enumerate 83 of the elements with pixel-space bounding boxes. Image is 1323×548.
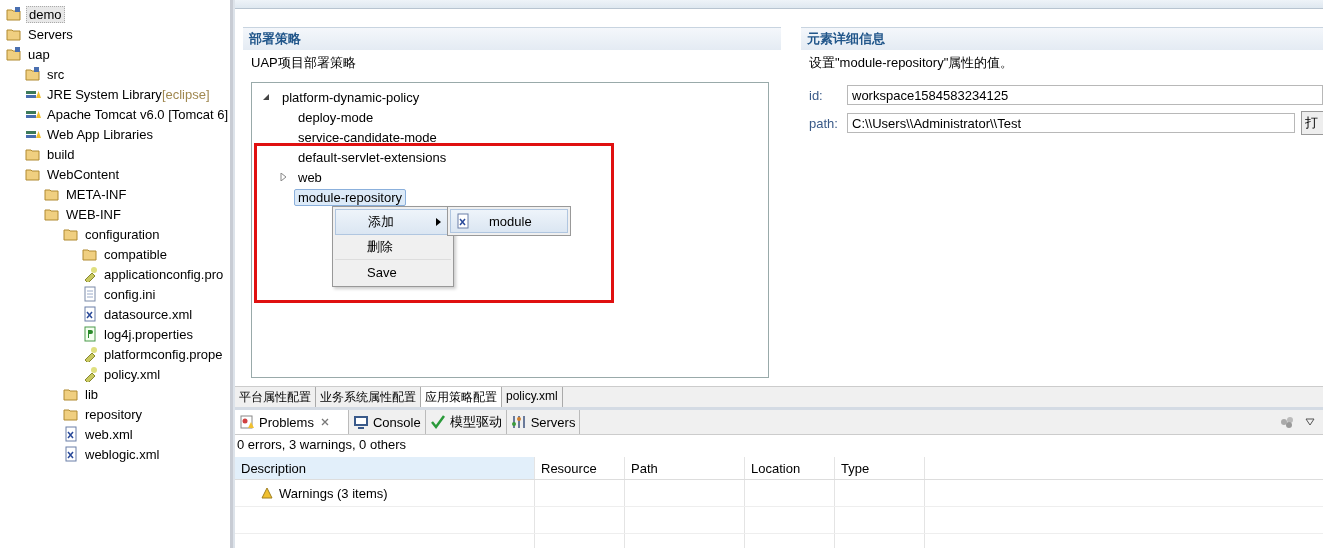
folder-icon [44,206,60,222]
xml-file-icon [63,426,79,442]
folder-icon [6,26,22,42]
folder-icon [82,246,98,262]
tree-item[interactable]: module-repository [294,188,407,206]
file-icon [82,286,98,302]
expand-toggle-icon[interactable] [262,93,270,101]
column-header[interactable]: Path [625,457,745,479]
servers-icon [510,414,527,430]
tree-item[interactable]: platformconfig.prope [102,346,225,362]
menu-item[interactable]: Save [335,260,451,284]
problems-summary: 0 errors, 3 warnings, 0 others [236,436,408,454]
folder-icon [44,186,60,202]
folder-icon [63,406,79,422]
folder-icon [25,166,41,182]
xml-file-icon [63,446,79,462]
warning-icon [261,487,273,499]
tree-item[interactable]: lib [83,386,100,402]
tree-item[interactable]: demo [26,5,65,23]
tree-item[interactable]: src [45,66,67,82]
field-label: path: [809,115,839,131]
gear-file-icon [82,266,98,282]
tree-item[interactable]: web.xml [83,426,135,442]
tree-item[interactable]: JRE System Library[eclipse] [45,86,212,102]
tree-item[interactable]: repository [83,406,145,422]
folder-icon [63,226,79,242]
editor-tab[interactable]: 应用策略配置 [421,387,502,407]
tree-item[interactable]: META-INF [64,186,129,202]
properties-file-icon [82,326,98,342]
folder-icon [6,6,22,22]
expand-toggle-icon[interactable] [280,173,288,181]
field-label: id: [809,87,824,103]
folder-icon [63,386,79,402]
table-cell[interactable]: Warnings (3 items) [279,485,388,501]
tree-item[interactable]: configuration [83,226,162,242]
view-tab[interactable]: 模型驱动 [425,410,507,434]
tree-item[interactable]: config.ini [102,286,158,302]
open-button[interactable]: 打 [1301,111,1323,135]
section-title: 元素详细信息 [801,27,1323,50]
tree-item[interactable]: policy.xml [102,366,163,382]
tree-item[interactable]: Servers [26,26,75,42]
folder-icon [25,146,41,162]
tree-item[interactable]: web [294,168,326,186]
input-field[interactable]: C:\\Users\\Administrator\\Test [847,113,1295,133]
checkmark-icon [429,414,446,430]
view-tab[interactable]: Servers [506,410,581,434]
problems-icon [239,414,255,430]
tree-item[interactable]: service-candidate-mode [294,128,441,146]
tree-item[interactable]: Apache Tomcat v6.0 [Tomcat 6] [45,106,230,122]
section-description: UAP项目部署策略 [250,54,357,72]
tree-item[interactable]: default-servlet-extensions [294,148,451,166]
section-title: 部署策略 [243,27,781,50]
xml-file-icon [455,213,471,229]
tree-item[interactable]: applicationconfig.pro [102,266,226,282]
xml-file-icon [82,306,98,322]
gear-file-icon [82,346,98,362]
tree-item[interactable]: weblogic.xml [83,446,162,462]
menu-item[interactable]: 删除 [335,235,451,260]
monitor-icon [352,414,369,430]
tree-item[interactable]: WEB-INF [64,206,123,222]
tree-item[interactable]: datasource.xml [102,306,195,322]
cluster-icon[interactable] [1279,414,1295,430]
column-header[interactable]: Resource [535,457,625,479]
tree-item[interactable]: Web App Libraries [45,126,155,142]
view-tab[interactable]: Console [348,410,426,434]
gear-file-icon [82,366,98,382]
tree-item[interactable]: compatible [102,246,169,262]
folder-icon [6,46,22,62]
section-description: 设置"module-repository"属性的值。 [808,54,1015,72]
tree-item[interactable]: WebContent [45,166,122,182]
column-header[interactable]: Description [235,457,535,479]
column-header[interactable]: Type [835,457,925,479]
view-tab[interactable]: Problems [235,410,349,434]
tree-item[interactable]: log4j.properties [102,326,195,342]
column-header[interactable]: Location [745,457,835,479]
input-field[interactable]: workspace1584583234125 [847,85,1323,105]
folder-icon [25,66,41,82]
tree-item[interactable]: platform-dynamic-policy [278,88,424,106]
tree-item[interactable]: deploy-mode [294,108,378,126]
tree-item[interactable]: uap [26,46,52,62]
tree-item[interactable]: build [45,146,77,162]
close-icon[interactable] [319,417,330,427]
view-menu-icon[interactable] [1305,418,1315,426]
